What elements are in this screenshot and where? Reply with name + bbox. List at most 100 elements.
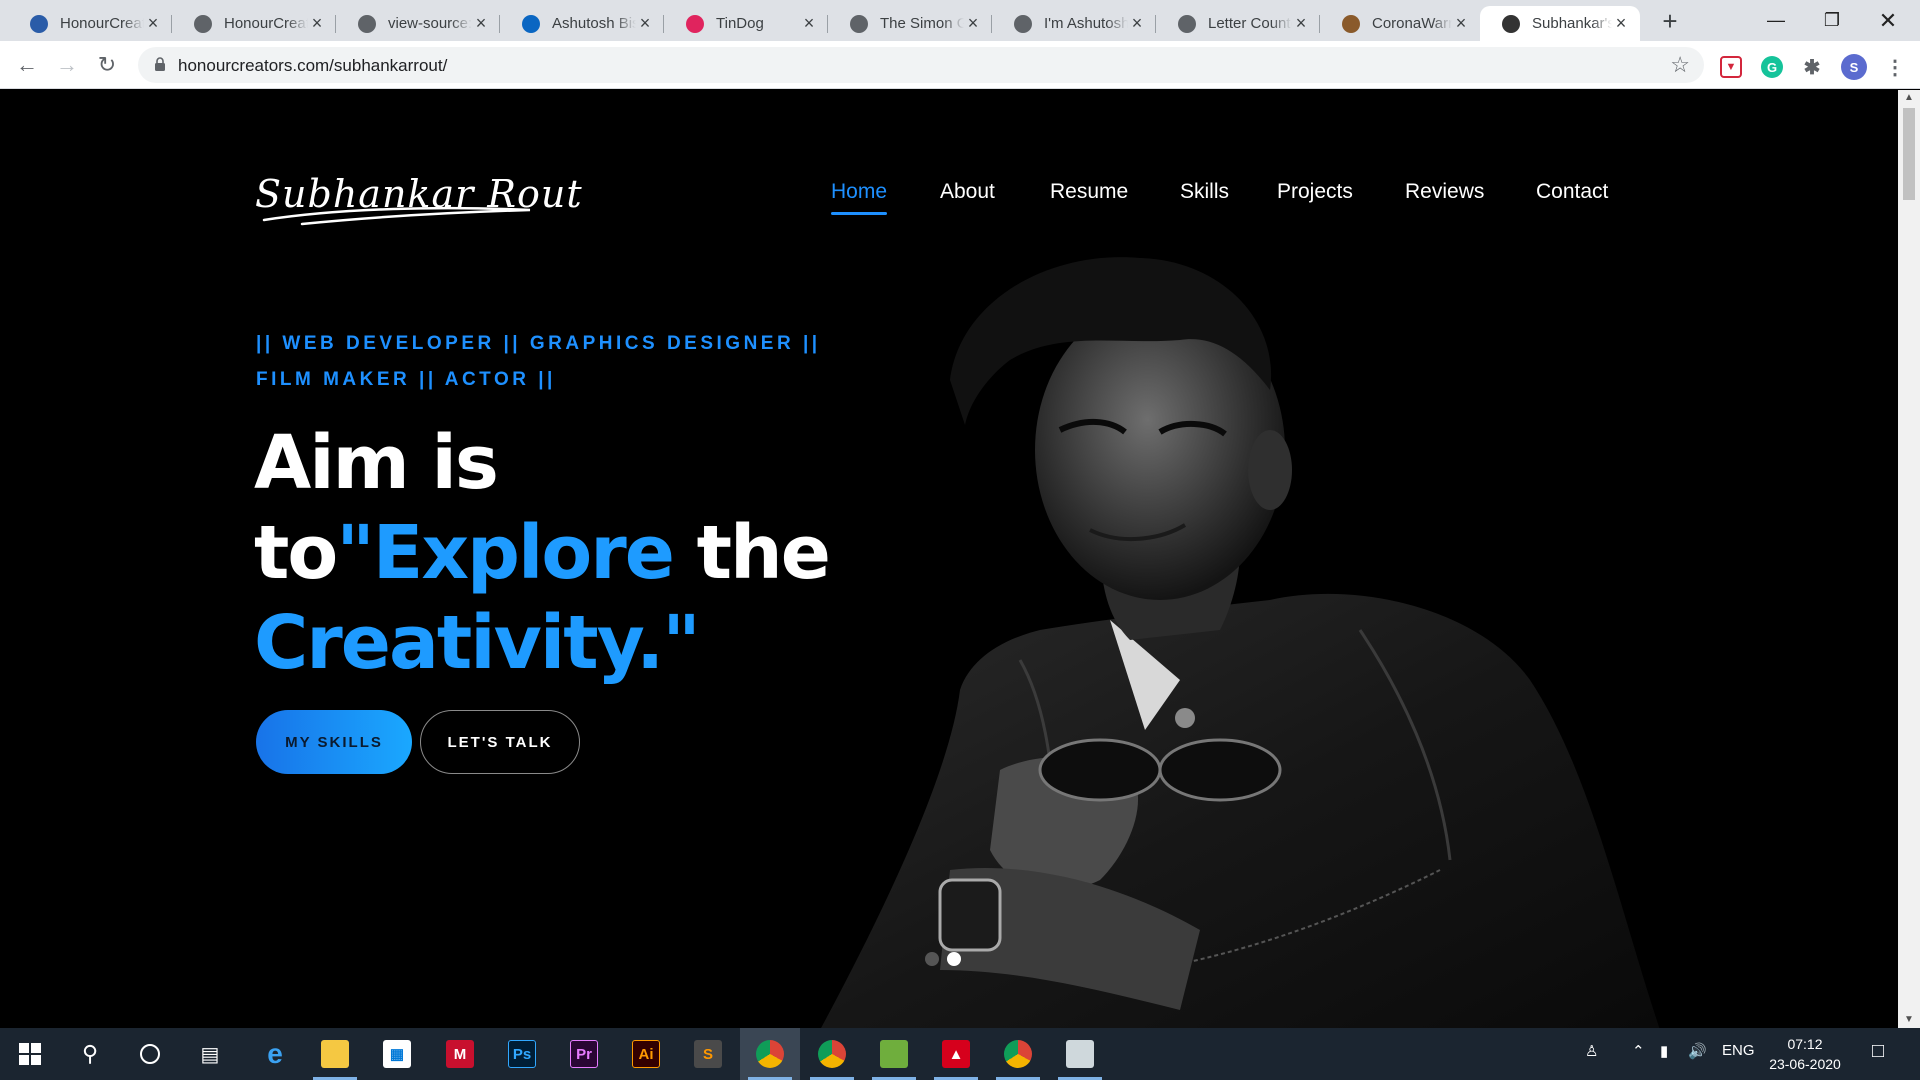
logo-swoosh-decoration — [262, 206, 531, 226]
volume-icon[interactable]: 🔊 — [1688, 1042, 1707, 1060]
browser-tab[interactable]: Subhankar's × — [1480, 6, 1640, 41]
browser-toolbar: ← → ↻ honourcreators.com/subhankarrout/ … — [0, 41, 1920, 89]
webpage-viewport: Subhankar Rout Home About Resume Skills … — [0, 90, 1898, 1028]
close-tab-icon[interactable]: × — [1128, 13, 1146, 34]
sublime-icon[interactable]: S — [678, 1028, 738, 1080]
lets-talk-button[interactable]: LET'S TALK — [420, 710, 580, 774]
globe-icon — [1014, 14, 1032, 33]
globe-icon — [194, 14, 212, 33]
cortana-icon[interactable] — [120, 1028, 180, 1080]
grammarly-extension-icon[interactable]: G — [1761, 56, 1783, 78]
tab-title: Subhankar's — [1532, 15, 1612, 32]
close-tab-icon[interactable]: × — [800, 13, 818, 34]
tab-title: TinDog — [716, 15, 764, 32]
battery-icon[interactable]: ▮ — [1660, 1042, 1668, 1060]
tab-title: I'm Ashutosh — [1044, 15, 1128, 32]
extensions-puzzle-icon[interactable]: ✱ — [1801, 56, 1823, 79]
browser-tabstrip: HonourCreators×HonourCreators×view-sourc… — [0, 0, 1920, 41]
headline-to: to — [254, 510, 338, 596]
tab-title: view-source: — [388, 15, 472, 32]
reload-button[interactable]: ↻ — [92, 51, 122, 81]
forward-button[interactable]: → — [52, 51, 82, 81]
store-icon[interactable]: ▦ — [367, 1028, 427, 1080]
maximize-button[interactable]: ❐ — [1804, 0, 1860, 41]
scroll-down-arrow-icon[interactable]: ▼ — [1898, 1012, 1920, 1028]
url-text[interactable]: honourcreators.com/subhankarrout/ — [178, 56, 447, 76]
bookmark-star-icon[interactable]: ☆ — [1670, 52, 1690, 78]
scrollbar-thumb[interactable] — [1903, 108, 1915, 200]
globe-icon — [358, 14, 376, 33]
headline-line-3: Creativity." — [254, 600, 701, 686]
lock-icon[interactable] — [154, 57, 166, 71]
browser-tab[interactable]: Letter Counter× — [1156, 6, 1320, 41]
illustrator-icon[interactable]: Ai — [616, 1028, 676, 1080]
clock-date: 23-06-2020 — [1769, 1056, 1841, 1072]
headline-explore: "Explore — [336, 510, 675, 596]
close-tab-icon[interactable]: × — [308, 13, 326, 34]
tray-expand-chevron-icon[interactable]: ⌃ — [1632, 1042, 1645, 1060]
browser-tab[interactable]: Ashutosh Biswal× — [500, 6, 664, 41]
tindog-icon — [686, 14, 704, 33]
close-tab-icon[interactable]: × — [472, 13, 490, 34]
headline-line-2: to"Explore the — [254, 508, 874, 598]
linkedin-icon — [522, 14, 540, 33]
nav-home-label: Home — [831, 180, 888, 203]
chrome-alt-icon[interactable] — [988, 1028, 1048, 1080]
close-tab-icon[interactable]: × — [1452, 13, 1470, 34]
windows-start-icon[interactable] — [0, 1028, 60, 1080]
browser-tab[interactable]: view-source: × — [336, 6, 500, 41]
new-tab-button[interactable]: + — [1655, 6, 1685, 36]
task-view-icon[interactable]: ▤ — [180, 1028, 240, 1080]
minimize-button[interactable]: — — [1748, 0, 1804, 41]
notifications-icon[interactable]: □ — [1872, 1040, 1884, 1063]
virus-icon — [1342, 14, 1360, 33]
slider-dot-2[interactable] — [947, 952, 961, 966]
hero-portrait-image — [821, 257, 1660, 1028]
browser-tab[interactable]: HonourCreators× — [8, 6, 172, 41]
taskbar-clock[interactable]: 07:12 23-06-2020 — [1760, 1034, 1850, 1074]
browser-tab[interactable]: I'm Ashutosh × — [992, 6, 1156, 41]
chrome-icon[interactable] — [802, 1028, 862, 1080]
acrobat-icon[interactable]: ▲ — [926, 1028, 986, 1080]
honourcreators-logo-icon — [30, 14, 48, 33]
profile-avatar[interactable]: S — [1841, 54, 1867, 80]
premiere-icon[interactable]: Pr — [554, 1028, 614, 1080]
slider-dot-1[interactable] — [925, 952, 939, 966]
tab-title: Ashutosh Biswal — [552, 15, 636, 32]
headline-the: the — [672, 510, 831, 596]
close-tab-icon[interactable]: × — [144, 13, 162, 34]
photoshop-icon[interactable]: Ps — [492, 1028, 552, 1080]
close-tab-icon[interactable]: × — [964, 13, 982, 34]
tab-title: HonourCreators — [224, 15, 308, 32]
tab-title: CoronaWarriors — [1372, 15, 1452, 32]
close-window-button[interactable]: ✕ — [1860, 0, 1916, 41]
file-explorer-icon[interactable] — [305, 1028, 365, 1080]
tab-title: Letter Counter — [1208, 15, 1292, 32]
pocket-extension-icon[interactable]: ▼ — [1720, 56, 1742, 78]
browser-tab[interactable]: HonourCreators× — [172, 6, 336, 41]
menu-kebab-icon[interactable]: ⋮ — [1884, 56, 1906, 79]
browser-tab[interactable]: CoronaWarriors× — [1320, 6, 1480, 41]
back-button[interactable]: ← — [12, 51, 42, 81]
remote-desktop-icon[interactable] — [1050, 1028, 1110, 1080]
scroll-up-arrow-icon[interactable]: ▲ — [1898, 90, 1920, 106]
hero-subtitle: || WEB DEVELOPER || GRAPHICS DESIGNER ||… — [256, 333, 821, 390]
close-tab-icon[interactable]: × — [1292, 13, 1310, 34]
browser-tab[interactable]: The Simon Game× — [828, 6, 992, 41]
image-viewer-icon[interactable] — [864, 1028, 924, 1080]
close-tab-icon[interactable]: × — [636, 13, 654, 34]
language-indicator[interactable]: ENG — [1722, 1042, 1755, 1059]
browser-tab[interactable]: TinDog × — [664, 6, 828, 41]
globe-icon — [850, 14, 868, 33]
page-scrollbar[interactable]: ▲ ▼ — [1898, 90, 1920, 1028]
edge-icon[interactable]: e — [245, 1028, 305, 1080]
address-bar[interactable]: honourcreators.com/subhankarrout/ ☆ — [138, 47, 1704, 83]
search-icon[interactable]: ⚲ — [60, 1028, 120, 1080]
chrome-profile-icon[interactable] — [740, 1028, 800, 1080]
people-icon[interactable]: ♙ — [1585, 1042, 1598, 1060]
tab-title: HonourCreators — [60, 15, 144, 32]
hero-headline: Aim is to"Explore the Creativity." — [254, 418, 874, 688]
close-tab-icon[interactable]: × — [1612, 13, 1630, 34]
my-skills-button[interactable]: MY SKILLS — [256, 710, 412, 774]
mcafee-icon[interactable]: M — [430, 1028, 490, 1080]
